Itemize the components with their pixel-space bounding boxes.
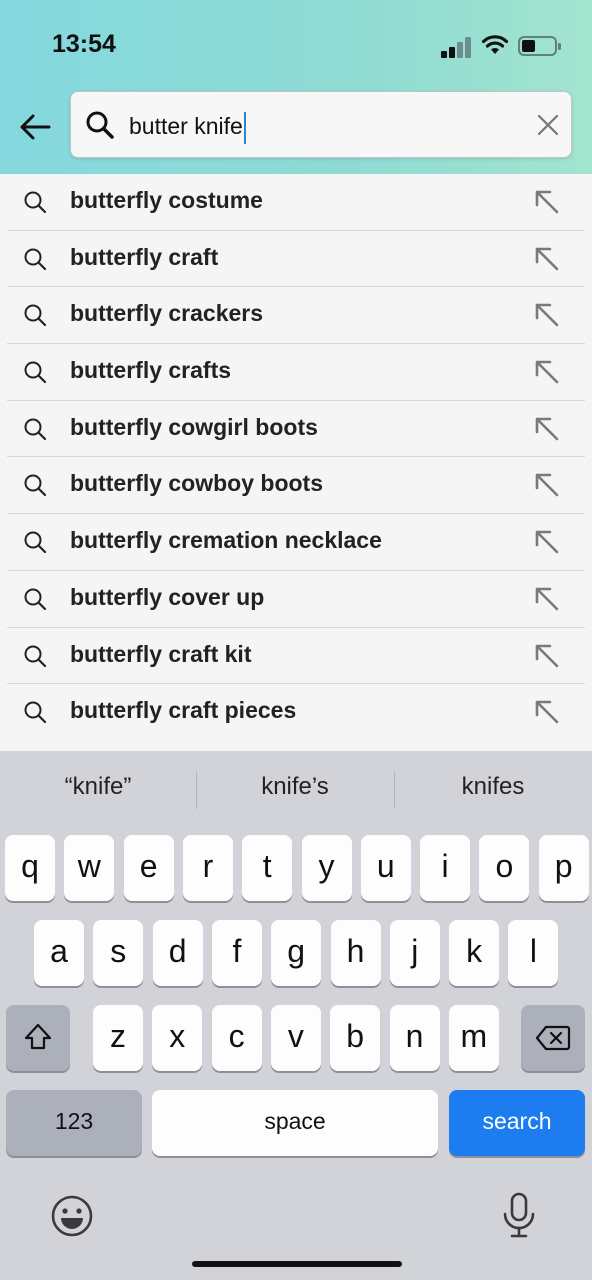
suggestion-row[interactable]: butterfly cremation necklace — [7, 514, 585, 571]
microphone-icon[interactable] — [500, 1192, 538, 1240]
search-icon — [24, 531, 47, 554]
suggestion-text: butterfly cover up — [70, 583, 265, 610]
search-icon — [24, 304, 47, 327]
key-z[interactable]: z — [93, 1005, 143, 1071]
suggestion-text: butterfly craft kit — [70, 640, 252, 667]
key-i[interactable]: i — [420, 835, 471, 901]
key-c[interactable]: c — [211, 1005, 262, 1071]
key-d[interactable]: d — [152, 920, 203, 986]
prediction-3[interactable]: knifes — [395, 773, 591, 801]
key-e[interactable]: e — [123, 835, 174, 901]
key-q[interactable]: q — [5, 835, 55, 901]
text-caret — [243, 111, 246, 144]
search-bar[interactable]: butter knife — [70, 91, 572, 158]
fill-arrow-icon[interactable] — [533, 188, 561, 216]
suggestion-text: butterfly craft — [70, 243, 219, 270]
key-u[interactable]: u — [360, 835, 411, 901]
suggestion-text: butterfly craft pieces — [70, 697, 297, 724]
search-icon — [24, 191, 47, 214]
home-indicator — [192, 1261, 402, 1267]
key-k[interactable]: k — [449, 920, 500, 986]
fill-arrow-icon[interactable] — [533, 471, 561, 499]
key-v[interactable]: v — [270, 1005, 321, 1071]
suggestion-row[interactable]: butterfly craft kit — [7, 628, 585, 685]
key-b[interactable]: b — [330, 1005, 381, 1071]
shift-icon — [24, 1023, 52, 1050]
key-g[interactable]: g — [271, 920, 322, 986]
search-icon — [24, 474, 47, 497]
fill-arrow-icon[interactable] — [533, 301, 561, 329]
backspace-icon — [535, 1025, 571, 1051]
emoji-icon[interactable] — [50, 1194, 94, 1238]
search-input[interactable]: butter knife — [129, 109, 246, 144]
suggestion-text: butterfly cowgirl boots — [70, 413, 318, 440]
search-icon — [24, 361, 47, 384]
suggestion-row[interactable]: butterfly craft — [7, 231, 585, 288]
suggestion-text: butterfly crackers — [70, 300, 264, 327]
fill-arrow-icon[interactable] — [533, 415, 561, 443]
key-f[interactable]: f — [211, 920, 262, 986]
fill-arrow-icon[interactable] — [533, 698, 561, 726]
suggestion-text: butterfly cremation necklace — [70, 527, 382, 554]
search-key[interactable]: search — [449, 1090, 585, 1156]
suggestion-row[interactable]: butterfly cover up — [7, 571, 585, 628]
key-h[interactable]: h — [330, 920, 381, 986]
key-x[interactable]: x — [152, 1005, 203, 1071]
suggestion-row[interactable]: butterfly costume — [7, 174, 585, 231]
suggestion-row[interactable]: butterfly craft pieces — [7, 684, 585, 741]
suggestion-row[interactable]: butterfly crafts — [7, 344, 585, 401]
keyboard: “knife” knife’s knifes qwertyuiop asdfghj… — [0, 751, 592, 1280]
battery-icon — [518, 36, 561, 56]
search-icon — [24, 588, 47, 610]
key-r[interactable]: r — [182, 835, 233, 901]
header: 13:54 butter knife — [0, 0, 592, 174]
key-t[interactable]: t — [242, 835, 293, 901]
suggestion-row[interactable]: butterfly cowboy boots — [7, 457, 585, 515]
search-query-text: butter knife — [129, 113, 243, 139]
status-time: 13:54 — [52, 30, 116, 58]
key-y[interactable]: y — [301, 835, 352, 901]
key-s[interactable]: s — [93, 920, 144, 986]
search-icon — [24, 645, 47, 667]
key-o[interactable]: o — [479, 835, 530, 901]
fill-arrow-icon[interactable] — [533, 245, 561, 273]
key-p[interactable]: p — [538, 835, 589, 901]
search-icon — [24, 248, 47, 270]
key-m[interactable]: m — [448, 1005, 499, 1071]
back-arrow-icon[interactable] — [16, 108, 54, 146]
key-w[interactable]: w — [64, 835, 115, 901]
numbers-key[interactable]: 123 — [6, 1090, 142, 1156]
suggestion-row[interactable]: butterfly crackers — [7, 287, 585, 345]
suggestion-text: butterfly costume — [70, 187, 263, 213]
key-a[interactable]: a — [34, 920, 84, 986]
key-j[interactable]: j — [389, 920, 440, 986]
suggestion-text: butterfly crafts — [70, 357, 232, 384]
wifi-icon — [481, 35, 509, 54]
suggestion-row[interactable]: butterfly cowgirl boots — [7, 401, 585, 458]
clear-icon[interactable] — [535, 112, 561, 138]
suggestion-text: butterfly cowboy boots — [70, 470, 323, 497]
fill-arrow-icon[interactable] — [533, 642, 561, 670]
backspace-key[interactable] — [521, 1005, 585, 1071]
prediction-bar: “knife” knife’s knifes — [0, 751, 592, 831]
search-icon — [24, 418, 47, 440]
prediction-2[interactable]: knife’s — [197, 773, 393, 801]
shift-key[interactable] — [6, 1005, 70, 1071]
fill-arrow-icon[interactable] — [533, 528, 561, 556]
space-key[interactable]: space — [152, 1090, 438, 1156]
search-icon — [24, 701, 47, 724]
prediction-1[interactable]: “knife” — [0, 773, 196, 801]
fill-arrow-icon[interactable] — [533, 358, 561, 386]
signal-icon — [441, 37, 471, 58]
key-l[interactable]: l — [508, 920, 559, 986]
suggestion-list: butterfly costume butterfly craft butterfl… — [0, 174, 592, 751]
key-n[interactable]: n — [389, 1005, 440, 1071]
fill-arrow-icon[interactable] — [533, 585, 561, 613]
search-icon — [86, 111, 114, 139]
